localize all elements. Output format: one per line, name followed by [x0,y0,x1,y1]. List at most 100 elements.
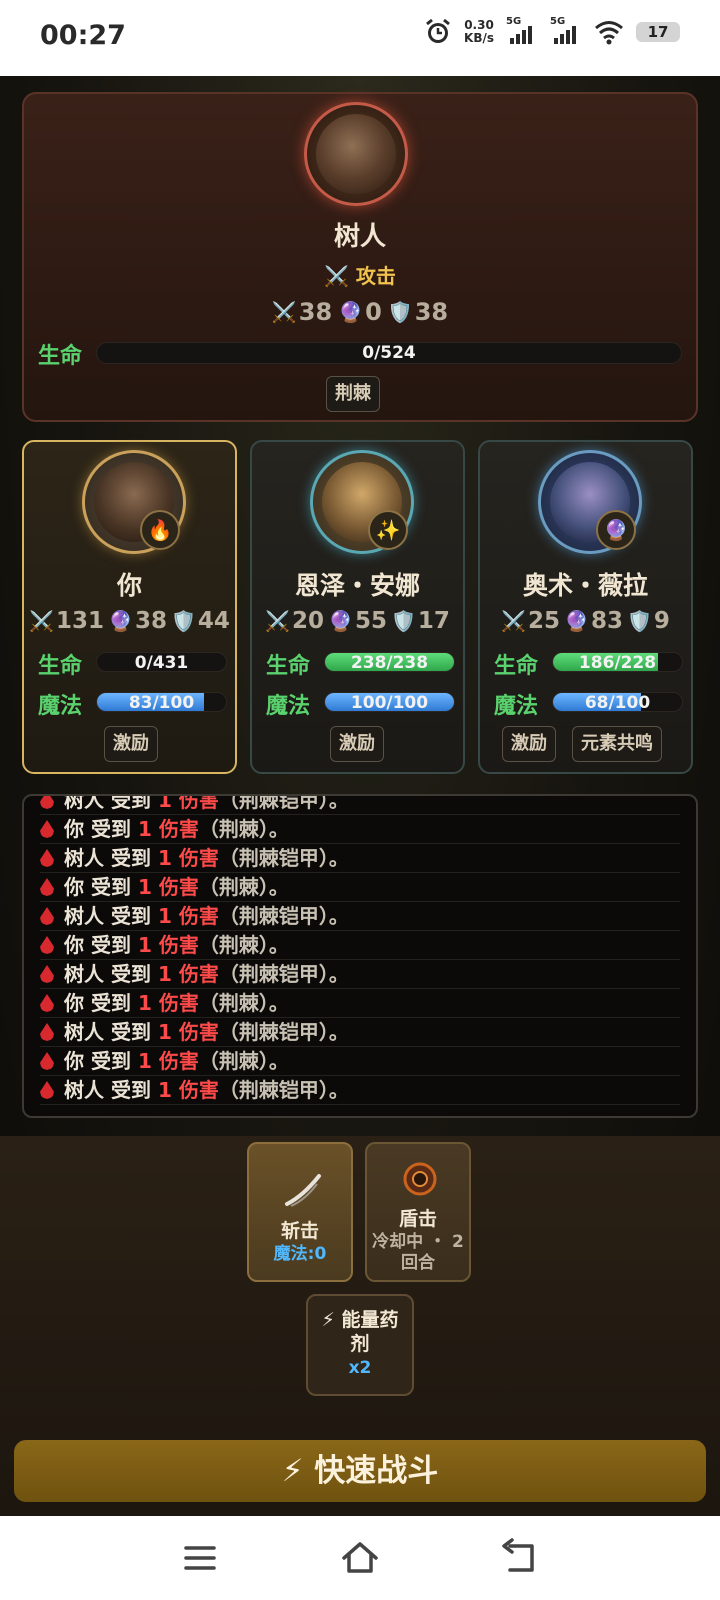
attack-value: 131 [56,608,105,634]
mp-text: 100/100 [350,693,429,712]
enemy-magic-value: 0 [365,298,382,326]
log-verb: 受到 [90,875,131,899]
hero-hp-bar: 生命 238/238 [266,648,455,679]
log-unit: 伤害 [178,1078,219,1102]
log-verb: 受到 [90,1049,131,1073]
log-actor: 你 [64,991,84,1015]
hp-track: 186/228 [552,652,683,672]
shield-icon: 🛡️ [626,609,652,633]
treant-portrait-image [316,114,396,194]
log-source: （荆棘）。 [198,991,289,1015]
magic-stat: 🔮 83 [564,608,623,634]
log-unit: 伤害 [158,1049,199,1073]
enemy-stats: ⚔️ 38 🔮 0 🛡️ 38 [24,298,696,326]
back-icon[interactable] [500,1538,540,1578]
log-source: （荆棘铠甲）。 [218,1020,349,1044]
mp-text: 68/100 [584,693,651,712]
hero-stats: ⚔️ 20 🔮 55 🛡️ 17 [252,608,463,634]
shield-bash-icon [403,1162,437,1196]
blood-drop-icon [40,1023,54,1041]
skill-slash-button[interactable]: 斩击 魔法:0 [247,1142,353,1282]
status-icons: 0.30 KB/s 5G 5G 17 [424,16,680,46]
battle-log[interactable]: 树人 受到 1 伤害（荆棘铠甲）。 你 受到 1 伤害（荆棘）。 树人 受到 1… [22,794,698,1118]
magic-value: 83 [590,608,623,634]
log-amount: 1 [137,991,152,1015]
log-amount: 1 [157,904,172,928]
wifi-icon [595,21,623,45]
log-source: （荆棘铠甲）。 [218,904,349,928]
enemy-hp-bar: 生命 0/524 [38,338,682,369]
hp-text: 186/228 [578,653,657,672]
log-unit: 伤害 [158,875,199,899]
blood-drop-icon [40,936,54,954]
energy-potion-button[interactable]: ⚡ 能量药剂 x2 [306,1294,414,1396]
skill-name: 斩击 [280,1220,319,1242]
hp-track: 0/524 [96,342,682,364]
log-verb: 受到 [110,794,151,812]
mp-track: 83/100 [96,692,227,712]
alarm-icon [426,18,450,43]
hp-track: 0/431 [96,652,227,672]
hp-track: 238/238 [324,652,455,672]
hero-mp-bar: 魔法 83/100 [38,688,227,719]
log-unit: 伤害 [158,991,199,1015]
inspire-button[interactable]: 激励 [502,726,556,762]
log-amount: 1 [137,875,152,899]
blood-drop-icon [40,878,54,896]
magic-stat: 🔮 38 [108,608,167,634]
log-verb: 受到 [90,991,131,1015]
hero-card-anna[interactable]: ✨ 恩泽・安娜 ⚔️ 20 🔮 55 🛡️ 17 生命 238/238 魔法 100/… [250,440,465,774]
hp-label: 生命 [494,654,539,679]
shield-icon: 🛡️ [390,609,416,633]
enemy-magic-stat: 🔮 0 [338,298,382,326]
enemy-portrait [304,102,408,206]
log-verb: 受到 [110,904,151,928]
log-actor: 树人 [64,794,104,812]
orb-icon: 🔮 [338,300,364,324]
log-unit: 伤害 [178,962,219,986]
log-actor: 树人 [64,962,104,986]
enemy-card[interactable]: 树人 ⚔️ 攻击 ⚔️ 38 🔮 0 🛡️ 38 生命 0/524 荆棘 [22,92,698,422]
quick-fight-button[interactable]: ⚡ 快速战斗 [14,1440,706,1502]
enemy-trait-thorns[interactable]: 荆棘 [326,376,380,412]
hp-label: 生命 [38,654,83,679]
log-line: 你 受到 1 伤害（荆棘）。 [40,815,680,844]
hero-mp-bar: 魔法 68/100 [494,688,683,719]
hero-card-vera[interactable]: 🔮 奥术・薇拉 ⚔️ 25 🔮 83 🛡️ 9 生命 186/228 魔法 68/10… [478,440,693,774]
log-amount: 1 [137,817,152,841]
sword-icon: ⚔️ [271,300,297,324]
defense-stat: 🛡️ 9 [627,608,670,634]
log-unit: 伤害 [158,817,199,841]
menu-icon[interactable] [180,1538,220,1578]
log-source: （荆棘铠甲）。 [218,1078,349,1102]
shield-icon: 🛡️ [387,300,413,324]
log-unit: 伤害 [178,1020,219,1044]
inspire-button[interactable]: 激励 [104,726,158,762]
log-amount: 1 [157,1020,172,1044]
enemy-defense-stat: 🛡️ 38 [388,298,448,326]
skill-shield-bash-button[interactable]: 盾击 冷却中 ・ 2 回合 [365,1142,471,1282]
log-line: 你 受到 1 伤害（荆棘）。 [40,989,680,1018]
inspire-button[interactable]: 激励 [330,726,384,762]
log-line: 树人 受到 1 伤害（荆棘铠甲）。 [40,844,680,873]
blood-drop-icon [40,994,54,1012]
blood-drop-icon [40,796,54,809]
log-amount: 1 [157,1078,172,1102]
log-line: 树人 受到 1 伤害（荆棘铠甲）。 [40,794,680,815]
skill-cost: 魔法:0 [273,1244,327,1264]
log-actor: 树人 [64,846,104,870]
hero-card-player[interactable]: 🔥 你 ⚔️ 131 🔮 38 🛡️ 44 生命 0/431 魔法 83/100 激励 [22,440,237,774]
blood-drop-icon [40,820,54,838]
orb-icon: 🔮 [108,609,133,633]
home-icon[interactable] [340,1538,380,1578]
log-line: 你 受到 1 伤害（荆棘）。 [40,873,680,902]
attack-stat: ⚔️ 20 [265,608,324,634]
log-actor: 你 [64,1049,84,1073]
battle-screen: 树人 ⚔️ 攻击 ⚔️ 38 🔮 0 🛡️ 38 生命 0/524 荆棘 🔥 你 ⚔️… [0,76,720,1516]
status-bar: 00:27 0.30 KB/s 5G 5G 17 [0,0,720,76]
log-source: （荆棘）。 [198,933,289,957]
log-source: （荆棘铠甲）。 [218,846,349,870]
hero-name: 你 [116,571,142,600]
log-line: 树人 受到 1 伤害（荆棘铠甲）。 [40,902,680,931]
elemental-resonance-button[interactable]: 元素共鸣 [572,726,662,762]
